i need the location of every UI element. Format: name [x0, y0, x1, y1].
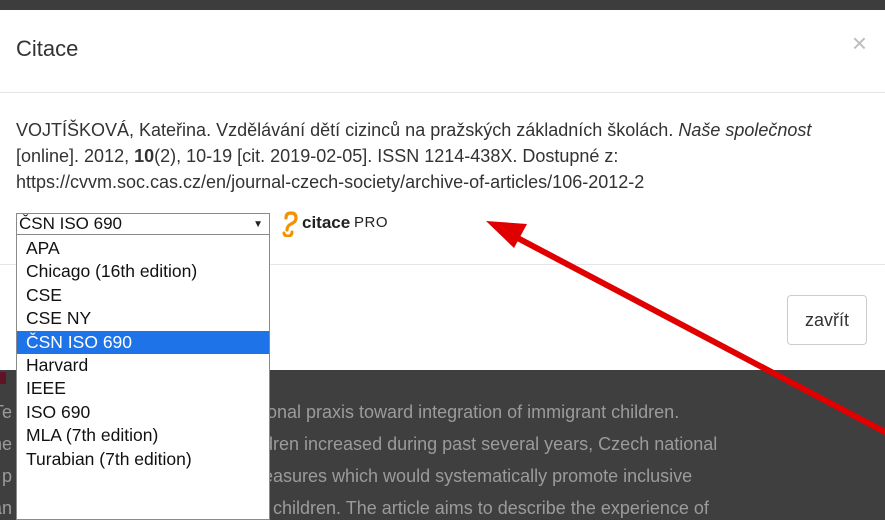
dropdown-option[interactable]: CSE NY — [17, 307, 269, 330]
dropdown-option[interactable]: CSE — [17, 284, 269, 307]
close-icon[interactable]: × — [852, 30, 867, 56]
dropdown-option[interactable]: Chicago (16th edition) — [17, 260, 269, 283]
citation-volume: 10 — [134, 146, 155, 166]
modal-title: Citace — [16, 36, 79, 61]
citation-text: VOJTÍŠKOVÁ, Kateřina. Vzdělávání dětí ci… — [16, 117, 866, 195]
citation-online: [online]. 2012, — [16, 146, 135, 166]
modal-header: Citace × — [0, 10, 885, 93]
citation-article-title: Vzdělávání dětí cizinců na pražských zák… — [211, 120, 679, 140]
dropdown-option[interactable]: MLA (7th edition) — [17, 424, 269, 447]
dropdown-option[interactable]: IEEE — [17, 377, 269, 400]
close-button[interactable]: zavřít — [787, 295, 867, 345]
citation-style-value: ČSN ISO 690 — [19, 214, 122, 233]
citace-pro-logo[interactable]: citace PRO — [280, 211, 400, 237]
background-accent-bar — [0, 372, 6, 384]
brand-suffix: PRO — [354, 214, 389, 231]
dropdown-option-selected[interactable]: ČSN ISO 690 — [17, 330, 269, 354]
citation-style-select[interactable]: ČSN ISO 690 ▼ — [16, 213, 270, 235]
citation-author: VOJTÍŠKOVÁ, Kateřina. — [16, 120, 212, 140]
dropdown-caret-icon: ▼ — [253, 219, 263, 230]
citation-style-dropdown: APA Chicago (16th edition) CSE CSE NY ČS… — [16, 234, 270, 520]
dropdown-option[interactable]: Harvard — [17, 354, 269, 377]
dropdown-option[interactable]: ISO 690 — [17, 401, 269, 424]
citace-logo-icon — [282, 211, 298, 237]
dropdown-option[interactable]: Turabian (7th edition) — [17, 448, 269, 471]
brand-name: citace — [302, 213, 351, 232]
citation-journal: Naše společnost — [678, 120, 812, 140]
dropdown-option[interactable]: APA — [17, 237, 269, 260]
